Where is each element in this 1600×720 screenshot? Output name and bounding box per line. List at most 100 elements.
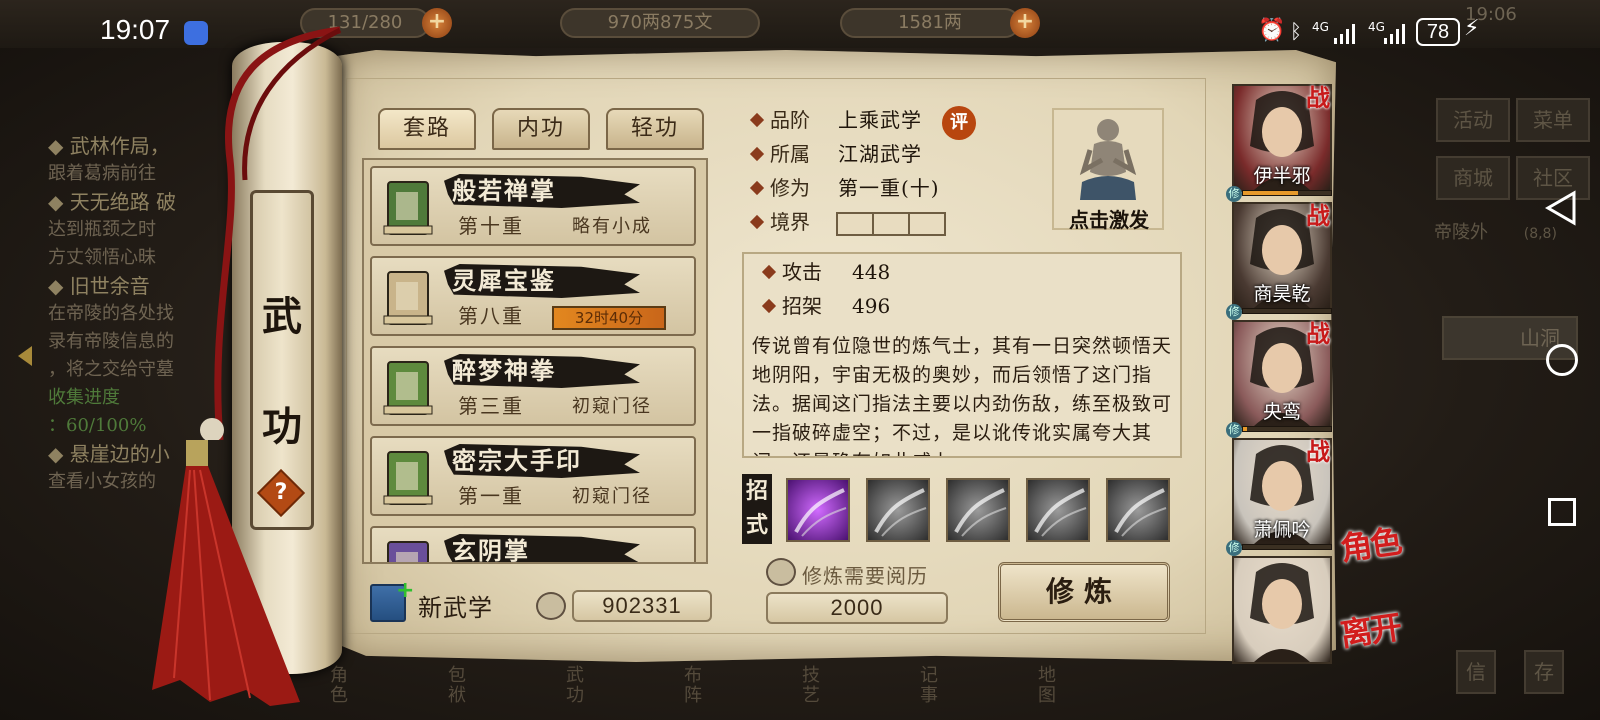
tab-routines[interactable]: 套路: [378, 108, 476, 150]
move-slot[interactable]: [866, 478, 930, 542]
skill-row[interactable]: 灵犀宝鉴 第八重 32时40分: [370, 256, 696, 336]
party-member-name: 伊半邪: [1253, 165, 1311, 187]
bottom-nav-item[interactable]: 记事: [920, 666, 944, 706]
add-silver-button[interactable]: +: [1010, 8, 1040, 38]
resource-silver: 1581两: [840, 8, 1020, 38]
signal-icon-2: [1384, 22, 1408, 44]
training-badge: 修: [1226, 422, 1242, 438]
bottom-nav-item[interactable]: 包袱: [448, 666, 472, 706]
skill-state: 初窥门径: [572, 486, 652, 507]
skill-book-icon: [380, 356, 440, 420]
skill-level: 第一重: [458, 484, 524, 508]
alarm-icon: ⏰: [1258, 18, 1286, 43]
back-icon[interactable]: [1544, 190, 1578, 226]
mail-button[interactable]: 信: [1456, 650, 1496, 694]
rating-badge[interactable]: 评: [942, 106, 976, 140]
move-art-icon: [954, 488, 1007, 537]
network-4g-icon: 4G: [1312, 20, 1329, 34]
realm-slot: [872, 212, 910, 236]
realm-label: 境界: [749, 208, 810, 236]
skill-level: 第三重: [458, 394, 524, 418]
scroll-points-icon: [536, 592, 566, 620]
skill-name: 玄阴掌: [452, 536, 530, 564]
points-value: 902331: [572, 590, 712, 622]
grade-value: 上乘武学: [838, 108, 922, 132]
skill-book-icon: [380, 446, 440, 510]
move-slot[interactable]: [1026, 478, 1090, 542]
tab-lightness[interactable]: 轻功: [606, 108, 704, 150]
move-art-icon: [1034, 488, 1087, 537]
parry-value: 496: [852, 294, 891, 318]
meditating-figure-icon: [1079, 119, 1137, 200]
skill-list[interactable]: 般若禅掌 第十重 略有小成 灵犀宝鉴 第八重 32时40分 醉梦神拳 第三重 初窥门径 密宗大手印…: [362, 158, 708, 564]
skill-book-icon: [380, 266, 440, 330]
recent-apps-icon[interactable]: [1548, 498, 1576, 526]
train-button[interactable]: 修炼: [998, 562, 1170, 622]
party-member-name: 央鸾: [1262, 401, 1301, 423]
skill-row[interactable]: 玄阴掌: [370, 526, 696, 564]
character-link[interactable]: 角色: [1337, 516, 1403, 570]
attack-label: 攻击: [761, 258, 822, 286]
bottom-nav-item[interactable]: 地图: [1038, 666, 1062, 706]
skill-state: 略有小成: [572, 216, 652, 237]
character-face-icon: [1250, 563, 1314, 662]
party-member-name: 萧佩吟: [1253, 519, 1311, 541]
bottom-nav-item[interactable]: 布阵: [684, 666, 708, 706]
skill-timer: 32时40分: [552, 306, 666, 330]
save-button[interactable]: 存: [1524, 650, 1564, 694]
grade-label: 品阶: [749, 106, 810, 134]
skill-description: 传说曾有位隐世的炼气士，其有一日突然顿悟天地阴阳，宇宙无极的奥妙，而后领悟了这门…: [752, 335, 1173, 456]
bottom-nav-item[interactable]: 角色: [330, 666, 354, 706]
party-member-portrait[interactable]: [1232, 556, 1332, 664]
training-badge: 修: [1226, 304, 1242, 320]
menu-shop-button[interactable]: 商城: [1436, 156, 1510, 200]
move-art-icon: [794, 488, 847, 537]
experience-book-icon: [766, 558, 796, 586]
skill-row[interactable]: 密宗大手印第一重 初窥门径: [370, 436, 696, 516]
new-skill-button[interactable]: 新武学: [418, 588, 493, 623]
status-time: 19:07: [100, 14, 171, 45]
cultivation-value: 第一重(十): [838, 176, 940, 200]
tab-inner-power[interactable]: 内功: [492, 108, 590, 150]
move-slot[interactable]: [786, 478, 850, 542]
skill-name: 密宗大手印: [452, 446, 582, 475]
skill-book-icon: [380, 536, 440, 562]
cultivation-label: 修为: [749, 174, 810, 202]
move-art-icon: [1114, 488, 1167, 537]
faction-label: 所属: [749, 140, 810, 168]
bottom-nav-item[interactable]: 武功: [566, 666, 590, 706]
add-stamina-button[interactable]: +: [422, 8, 452, 38]
skill-name: 般若禅掌: [452, 176, 556, 205]
skill-level: 第十重: [458, 214, 524, 238]
skill-description-box[interactable]: 攻击 448 招架 496 传说曾有位隐世的炼气士，其有一日突然顿悟天地阴阳，宇…: [742, 252, 1182, 458]
collapse-arrow-icon[interactable]: [18, 346, 32, 366]
tassel-icon: [152, 440, 300, 706]
charging-icon: ⚡: [1464, 16, 1480, 41]
home-icon[interactable]: [1546, 344, 1578, 376]
requirement-value: 2000: [766, 592, 948, 624]
skill-book-icon: [380, 176, 440, 240]
activate-label: 点击激发: [1069, 208, 1149, 232]
bluetooth-icon: ᛒ: [1290, 19, 1302, 43]
move-slot[interactable]: [946, 478, 1010, 542]
training-badge: 修: [1226, 540, 1242, 556]
menu-activity-button[interactable]: 活动: [1436, 98, 1510, 142]
move-slot[interactable]: [1106, 478, 1170, 542]
battle-badge: 战: [1306, 437, 1330, 466]
party-member-name: 商昊乾: [1253, 283, 1311, 305]
skill-row[interactable]: 醉梦神拳 第三重 初窥门径: [370, 346, 696, 426]
bottom-nav-item[interactable]: 技艺: [802, 666, 826, 706]
battery-level: 78: [1416, 18, 1460, 46]
parry-label: 招架: [761, 292, 822, 320]
training-progress-bar: [1242, 544, 1332, 550]
resource-money: 970两875文: [560, 8, 760, 38]
moves-label: 招式: [742, 474, 772, 544]
skill-row[interactable]: 般若禅掌第十重 略有小成: [370, 166, 696, 246]
realm-slot: [836, 212, 874, 236]
battle-badge: 战: [1306, 83, 1330, 112]
skill-level: 第八重: [458, 304, 524, 328]
menu-main-button[interactable]: 菜单: [1516, 98, 1590, 142]
move-art-icon: [874, 488, 927, 537]
leave-link[interactable]: 离开: [1337, 602, 1403, 656]
attack-value: 448: [852, 260, 891, 284]
